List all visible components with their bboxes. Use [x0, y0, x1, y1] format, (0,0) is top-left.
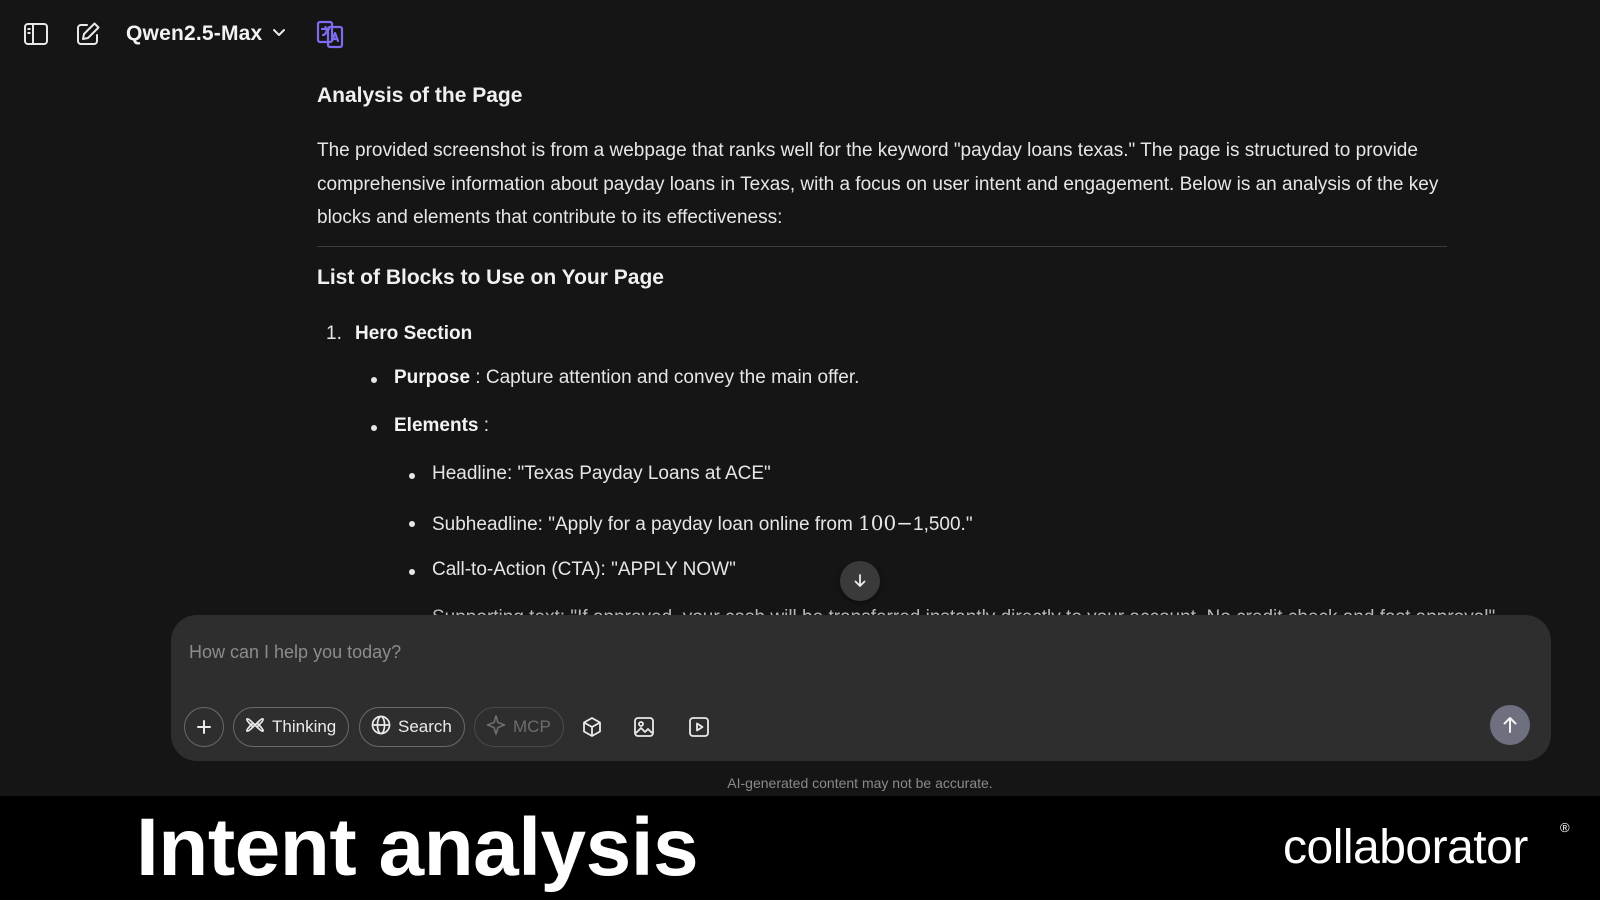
image-icon[interactable]: [626, 709, 662, 745]
search-button[interactable]: Search: [359, 707, 465, 747]
subheadline-math: 100−: [858, 511, 914, 535]
registered-mark: ®: [1560, 820, 1570, 835]
element-headline: Headline: "Texas Payday Loans at ACE": [432, 463, 771, 484]
globe-icon: [370, 714, 392, 741]
video-caption-bar: Intent analysis collaborator ®: [0, 796, 1600, 900]
scroll-down-button[interactable]: [840, 561, 880, 601]
chevron-down-icon: [270, 23, 288, 46]
hero-section-title: Hero Section: [355, 323, 473, 344]
top-bar: Qwen2.5-Max: [0, 0, 1600, 70]
bullet-dot: [371, 377, 377, 383]
search-label: Search: [398, 717, 452, 736]
send-button[interactable]: [1490, 705, 1530, 745]
add-attachment-button[interactable]: [184, 707, 224, 747]
mcp-button[interactable]: MCP: [474, 707, 564, 747]
cube-icon[interactable]: [574, 709, 610, 745]
sparkle-icon: [485, 714, 507, 741]
plus-icon: [197, 720, 211, 734]
elements-line: Elements :: [394, 415, 489, 437]
element-cta: Call-to-Action (CTA): "APPLY NOW": [432, 559, 736, 580]
analysis-heading: Analysis of the Page: [317, 84, 523, 107]
subheadline-prefix: Subheadline: "Apply for a payday loan on…: [432, 514, 859, 535]
video-icon[interactable]: [681, 709, 717, 745]
purpose-label: Purpose: [394, 367, 471, 388]
purpose-text: : Capture attention and convey the main …: [470, 367, 860, 388]
brand-logo: collaborator: [1283, 821, 1528, 874]
translate-icon[interactable]: [314, 18, 346, 50]
arrow-down-icon: [854, 574, 866, 587]
subheadline-suffix: 1,500.": [913, 514, 973, 535]
bullet-dot: [409, 473, 415, 479]
chat-content: Analysis of the Page The provided screen…: [0, 70, 1600, 616]
bullet-dot: [409, 569, 415, 575]
blocks-heading: List of Blocks to Use on Your Page: [317, 266, 664, 289]
thinking-label: Thinking: [272, 717, 337, 736]
list-number: 1.: [326, 323, 342, 344]
new-chat-icon[interactable]: [72, 18, 104, 50]
message-composer: Thinking Search MCP: [171, 615, 1551, 761]
model-selector[interactable]: Qwen2.5-Max: [126, 18, 288, 50]
divider: [317, 246, 1447, 247]
thinking-icon: [244, 714, 266, 741]
chat-input[interactable]: [189, 637, 1489, 667]
purpose-line: Purpose : Capture attention and convey t…: [394, 367, 859, 389]
bullet-dot: [371, 425, 377, 431]
model-name: Qwen2.5-Max: [126, 22, 263, 45]
caption-title: Intent analysis: [136, 802, 699, 893]
elements-suffix: :: [478, 415, 490, 436]
sidebar-toggle-icon[interactable]: [20, 18, 52, 50]
elements-label: Elements: [394, 415, 479, 436]
bullet-dot: [409, 521, 415, 527]
intro-paragraph: The provided screenshot is from a webpag…: [317, 140, 1439, 228]
element-subheadline: Subheadline: "Apply for a payday loan on…: [432, 511, 973, 536]
thinking-button[interactable]: Thinking: [233, 707, 350, 747]
disclaimer-text: AI-generated content may not be accurate…: [727, 775, 993, 791]
arrow-up-icon: [1503, 717, 1517, 733]
mcp-label: MCP: [513, 717, 551, 736]
